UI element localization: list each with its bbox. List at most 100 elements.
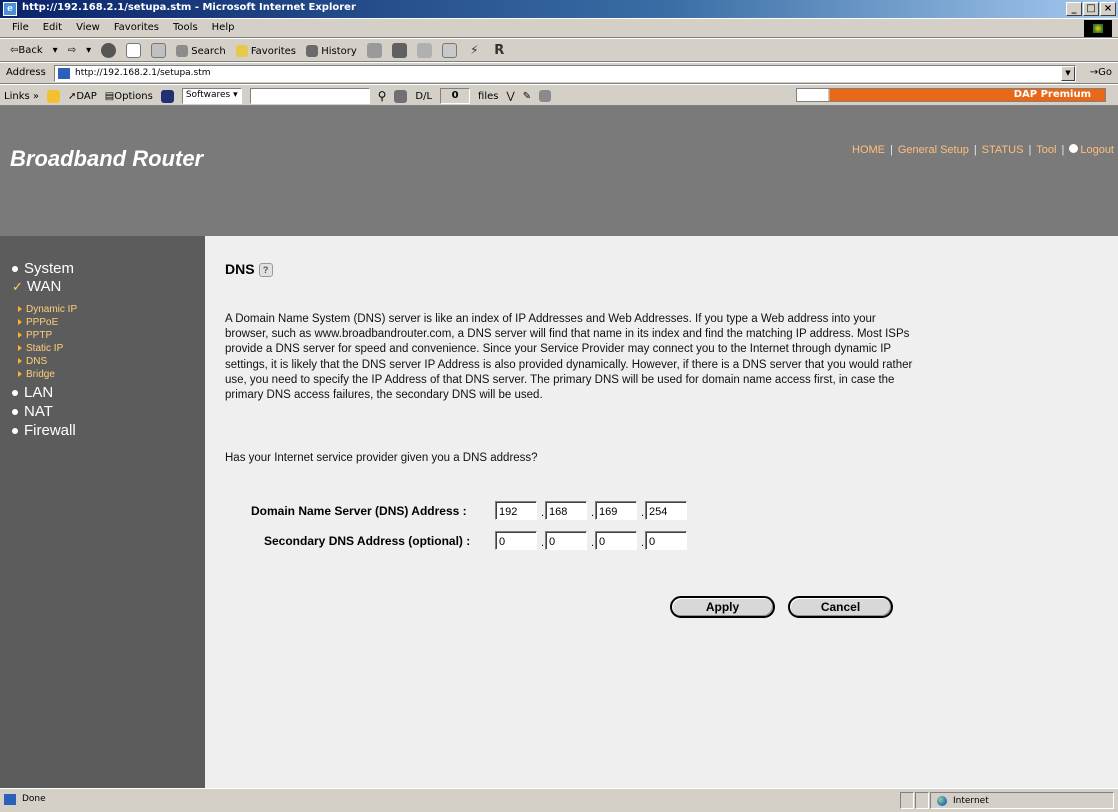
bullet-icon [12,409,18,416]
menu-edit[interactable]: Edit [43,22,62,33]
options-label: Options [114,90,153,102]
chevron-down-icon[interactable]: ⋁ [507,91,515,102]
sidebar-item-pptp[interactable]: PPTP [18,330,52,341]
favorites-button[interactable]: Favorites [235,44,296,57]
arrow-right-icon [18,306,22,313]
sidebar-item-dynamic-ip[interactable]: Dynamic IP [18,304,77,315]
sidebar-item-static-ip[interactable]: Static IP [18,343,63,354]
options-button[interactable]: ▤Options [105,91,153,102]
arrow-right-icon [18,358,22,365]
sidebar: System ✓ WAN Dynamic IP PPPoE PPTP Static… [0,236,205,788]
messenger-icon[interactable]: ⚡ [466,43,482,58]
address-bar: Address http://192.168.2.1/setupa.stm ▼ … [0,62,1118,84]
dap-search-icon[interactable]: ⚲ [378,89,387,103]
page-icon [58,68,70,79]
octet-separator: . [591,537,595,549]
sidebar-item-firewall[interactable]: Firewall [12,422,76,439]
dap-search-input[interactable] [249,88,370,104]
secondary-dns-octet-4[interactable] [645,531,687,550]
sidebar-item-label: System [24,260,75,277]
bullet-icon [12,266,18,273]
dap-premium-label: DAP Premium [1013,89,1091,100]
search-icon [176,44,189,57]
sidebar-item-lan[interactable]: LAN [12,384,53,401]
top-navigation: HOME | General Setup | STATUS | Tool | L… [852,144,1114,156]
nav-tool-link[interactable]: Tool [1036,144,1056,156]
help-icon[interactable]: ? [258,263,273,278]
chevron-down-icon[interactable]: ▾ [53,45,58,56]
sidebar-item-nat[interactable]: NAT [12,403,53,420]
sidebar-item-system[interactable]: System [12,260,74,277]
page-title-text: DNS [225,261,255,277]
address-dropdown-icon[interactable]: ▼ [1061,66,1075,81]
primary-dns-octet-3[interactable] [595,501,637,520]
back-button[interactable]: ⇦Back [10,45,43,56]
sidebar-item-pppoe[interactable]: PPPoE [18,317,58,328]
go-button[interactable]: →Go [1090,67,1112,78]
secondary-dns-octet-2[interactable] [545,531,587,550]
ie-app-icon: e [3,2,17,16]
home-icon[interactable] [151,43,167,58]
dap-premium-bar[interactable]: DAP Premium [796,88,1106,102]
bullet-icon [12,428,18,435]
apply-button[interactable]: Apply [670,596,775,618]
dap-label: DAP [76,90,97,102]
router-header: Broadband Router HOME | General Setup | … [0,106,1118,236]
menu-view[interactable]: View [76,22,100,33]
logout-label: Logout [1080,144,1114,156]
address-input[interactable]: http://192.168.2.1/setupa.stm ▼ [54,65,1076,82]
chevron-down-icon[interactable]: ▾ [86,45,91,56]
octet-separator: . [641,537,645,549]
status-panel [900,792,914,809]
menu-tools[interactable]: Tools [173,22,198,33]
print-icon[interactable] [391,43,407,58]
dns-question: Has your Internet service provider given… [225,452,538,464]
history-button[interactable]: History [306,44,357,57]
sidebar-subitem-label: Dynamic IP [26,304,78,315]
nav-general-setup-link[interactable]: General Setup [898,144,969,156]
primary-dns-octet-2[interactable] [545,501,587,520]
dap-button[interactable]: ➚DAP [68,91,97,102]
sidebar-item-dns[interactable]: DNS [18,356,47,367]
edit-icon[interactable] [416,43,432,58]
stop-icon[interactable] [101,43,117,58]
secondary-dns-octet-1[interactable] [495,531,537,550]
search-button[interactable]: Search [176,44,226,57]
menu-favorites[interactable]: Favorites [114,22,159,33]
sidebar-item-bridge[interactable]: Bridge [18,369,55,380]
check-icon: ✓ [12,279,23,294]
status-text: Done [22,794,46,804]
grid-icon[interactable] [394,89,408,103]
restore-button[interactable]: □ [1083,2,1099,16]
nav-logout-link[interactable]: Logout [1069,144,1114,156]
sidebar-subitem-label: DNS [26,356,48,367]
nav-home-link[interactable]: HOME [852,144,885,156]
close-button[interactable]: × [1100,2,1116,16]
printer-icon[interactable] [539,90,552,102]
window-title: http://192.168.2.1/setupa.stm - Microsof… [22,2,356,13]
minimize-button[interactable]: _ [1066,2,1082,16]
menu-help[interactable]: Help [212,22,235,33]
cancel-button[interactable]: Cancel [788,596,893,618]
mail-icon[interactable] [366,43,382,58]
window-titlebar: e http://192.168.2.1/setupa.stm - Micros… [0,0,1118,18]
secondary-dns-octet-3[interactable] [595,531,637,550]
folder-icon[interactable] [47,89,60,103]
sidebar-item-label: Firewall [24,422,76,439]
go-label: Go [1098,67,1112,78]
standard-toolbar: ⇦Back ▾ ⇨ ▾ Search Favorites History ⚡ R [0,38,1118,62]
save-icon[interactable] [160,89,174,103]
primary-dns-octet-1[interactable] [495,501,537,520]
primary-dns-octet-4[interactable] [645,501,687,520]
menu-file[interactable]: File [12,22,29,33]
pencil-icon[interactable]: ✎ [523,91,531,102]
softwares-select[interactable]: Softwares ▾ [181,88,242,104]
refresh-icon[interactable] [126,43,142,58]
router-brand-title: Broadband Router [10,146,204,171]
nav-status-link[interactable]: STATUS [982,144,1024,156]
forward-button[interactable]: ⇨ [68,45,76,56]
links-button[interactable]: Links » [4,91,39,102]
discuss-icon[interactable] [441,43,457,58]
research-icon[interactable]: R [491,43,507,58]
sidebar-item-wan[interactable]: ✓ WAN [12,278,61,295]
